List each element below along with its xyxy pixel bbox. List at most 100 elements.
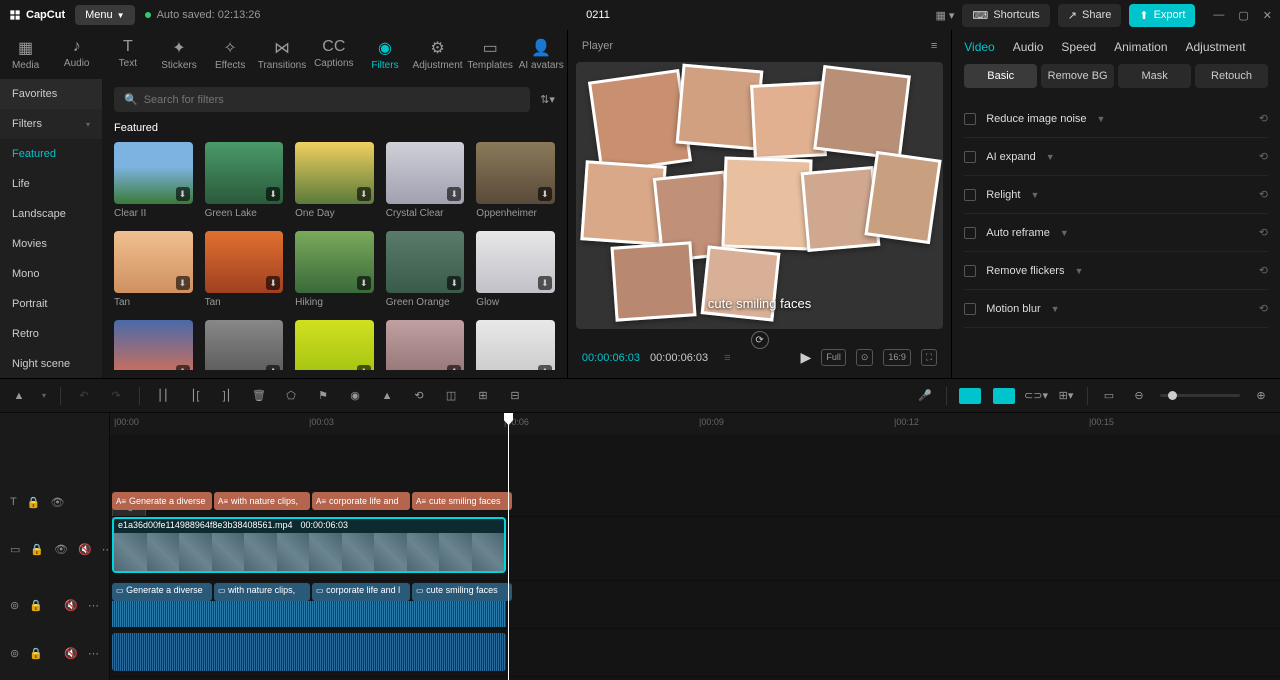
filter-item-12[interactable]: ⬇ [295, 320, 374, 370]
sync-icon[interactable]: ⟳ [751, 331, 769, 349]
waveform[interactable] [112, 633, 506, 671]
split-right-icon[interactable]: ]⎮ [218, 387, 236, 405]
sidebar-item-night-scene[interactable]: Night scene [0, 349, 102, 378]
download-icon[interactable]: ⬇ [266, 365, 280, 370]
checkbox[interactable] [964, 227, 976, 239]
rtab-speed[interactable]: Speed [1061, 40, 1096, 54]
zoom-out-icon[interactable]: ⊖ [1130, 387, 1148, 405]
focus-icon[interactable]: ⊙ [856, 349, 874, 366]
tool-tab-adjustment[interactable]: ⚙Adjustment [411, 34, 465, 75]
tool-tab-text[interactable]: TText [102, 34, 153, 75]
filter-green-orange[interactable]: ⬇Green Orange [386, 231, 465, 308]
download-icon[interactable]: ⬇ [447, 187, 461, 201]
tool-tab-templates[interactable]: ▭Templates [465, 34, 516, 75]
rtab-adjustment[interactable]: Adjustment [1186, 40, 1246, 54]
tool-tab-stickers[interactable]: ✦Stickers [153, 34, 204, 75]
filter-green-lake[interactable]: ⬇Green Lake [205, 142, 284, 219]
marker-icon[interactable]: ⬠ [282, 387, 300, 405]
caption-clip[interactable]: A≡with nature clips, [214, 492, 310, 510]
sidebar-item-featured[interactable]: Featured [0, 139, 102, 169]
delete-icon[interactable]: 🗑 [250, 387, 268, 405]
tool-tab-audio[interactable]: ♪Audio [51, 34, 102, 75]
crop-icon[interactable]: ◫ [442, 387, 460, 405]
tool-tab-ai avatars[interactable]: 👤AI avatars [516, 34, 567, 75]
more-icon[interactable]: ⋯ [88, 647, 99, 660]
magnet-b-icon[interactable] [993, 388, 1015, 404]
option-relight[interactable]: Relight▼⟲ [964, 176, 1268, 214]
close-icon[interactable]: ✕ [1263, 9, 1272, 22]
sidebar-favorites[interactable]: Favorites [0, 79, 102, 109]
filter-one-day[interactable]: ⬇One Day [295, 142, 374, 219]
menu-button[interactable]: Menu▼ [75, 5, 134, 25]
filter-tan[interactable]: ⬇Tan [205, 231, 284, 308]
download-icon[interactable]: ⬇ [357, 276, 371, 290]
sidebar-item-landscape[interactable]: Landscape [0, 199, 102, 229]
filter-crystal-clear[interactable]: ⬇Crystal Clear [386, 142, 465, 219]
rsubtab-basic[interactable]: Basic [964, 64, 1037, 88]
tool-tab-filters[interactable]: ◉Filters [359, 34, 410, 75]
option-ai-expand[interactable]: AI expand▼⟲ [964, 138, 1268, 176]
download-icon[interactable]: ⬇ [176, 187, 190, 201]
expand-icon[interactable]: ⛶ [921, 349, 937, 366]
tool-b-icon[interactable]: ⊟ [506, 387, 524, 405]
mute-icon[interactable]: 🔇 [64, 647, 78, 660]
filter-clear-ii[interactable]: ⬇Clear II [114, 142, 193, 219]
snap-icon[interactable]: ⊞▾ [1057, 387, 1075, 405]
tool-tab-captions[interactable]: CCCaptions [308, 34, 359, 75]
split-icon[interactable]: ⎮⎮ [154, 387, 172, 405]
eye-icon[interactable]: 👁 [50, 496, 64, 509]
caption-clip[interactable]: A≡Generate a diverse [112, 492, 212, 510]
redo-icon[interactable]: ↷ [107, 387, 125, 405]
lock-icon[interactable]: 🔒 [30, 543, 44, 556]
cursor-tool-icon[interactable]: ▲ [10, 387, 28, 405]
filter-hiking[interactable]: ⬇Hiking [295, 231, 374, 308]
full-button[interactable]: Full [821, 349, 846, 366]
sidebar-item-life[interactable]: Life [0, 169, 102, 199]
audio-clip[interactable]: ▭ cute smiling faces [412, 583, 512, 601]
undo-icon[interactable]: ↶ [75, 387, 93, 405]
option-reduce-image-noise[interactable]: Reduce image noise▼⟲ [964, 100, 1268, 138]
split-left-icon[interactable]: ⎮[ [186, 387, 204, 405]
lock-icon[interactable]: 🔒 [27, 496, 41, 509]
checkbox[interactable] [964, 151, 976, 163]
layout-icon[interactable]: ▦ ▾ [935, 9, 954, 22]
mute-icon[interactable]: 🔇 [78, 543, 92, 556]
filter-item-14[interactable]: ⬇ [476, 320, 555, 370]
download-icon[interactable]: ⬇ [176, 276, 190, 290]
audio-clip[interactable]: ▭ Generate a diverse [112, 583, 212, 601]
tool-tab-transitions[interactable]: ⋈Transitions [256, 34, 309, 75]
share-button[interactable]: ↗Share [1058, 4, 1122, 27]
filter-oppenheimer[interactable]: ⬇Oppenheimer [476, 142, 555, 219]
audio-clip[interactable]: ▭ corporate life and l [312, 583, 410, 601]
sidebar-item-movies[interactable]: Movies [0, 229, 102, 259]
minimize-icon[interactable]: — [1213, 9, 1224, 22]
list-icon[interactable]: ≡ [724, 352, 730, 364]
sort-icon[interactable]: ⇅▾ [540, 93, 555, 106]
play-button[interactable]: ▶ [801, 349, 812, 366]
link-icon[interactable]: ⊂⊃▾ [1027, 387, 1045, 405]
download-icon[interactable]: ⬇ [447, 365, 461, 370]
rsubtab-mask[interactable]: Mask [1118, 64, 1191, 88]
export-button[interactable]: ⬆Export [1129, 4, 1195, 27]
sidebar-item-mono[interactable]: Mono [0, 259, 102, 289]
tool-tab-media[interactable]: ▦Media [0, 34, 51, 75]
download-icon[interactable]: ⬇ [538, 365, 552, 370]
rotate-icon[interactable]: ⟲ [410, 387, 428, 405]
sidebar-item-retro[interactable]: Retro [0, 319, 102, 349]
more-icon[interactable]: ⋯ [88, 599, 99, 612]
magnet-a-icon[interactable] [959, 388, 981, 404]
shortcuts-button[interactable]: ⌨Shortcuts [962, 4, 1049, 27]
filter-glow[interactable]: ⬇Glow [476, 231, 555, 308]
option-auto-reframe[interactable]: Auto reframe▼⟲ [964, 214, 1268, 252]
audio-clip[interactable]: ▭ with nature clips, [214, 583, 310, 601]
lock-icon[interactable]: 🔒 [29, 599, 43, 612]
filter-item-13[interactable]: ⬇ [386, 320, 465, 370]
video-clip[interactable]: e1a36d00fe114988964f8e3b38408561.mp400:0… [112, 517, 506, 573]
rtab-video[interactable]: Video [964, 40, 994, 54]
checkbox[interactable] [964, 265, 976, 277]
record-icon[interactable]: ◉ [346, 387, 364, 405]
search-input[interactable]: 🔍 [114, 87, 530, 112]
download-icon[interactable]: ⬇ [538, 187, 552, 201]
mic-icon[interactable]: 🎤 [916, 387, 934, 405]
download-icon[interactable]: ⬇ [357, 187, 371, 201]
